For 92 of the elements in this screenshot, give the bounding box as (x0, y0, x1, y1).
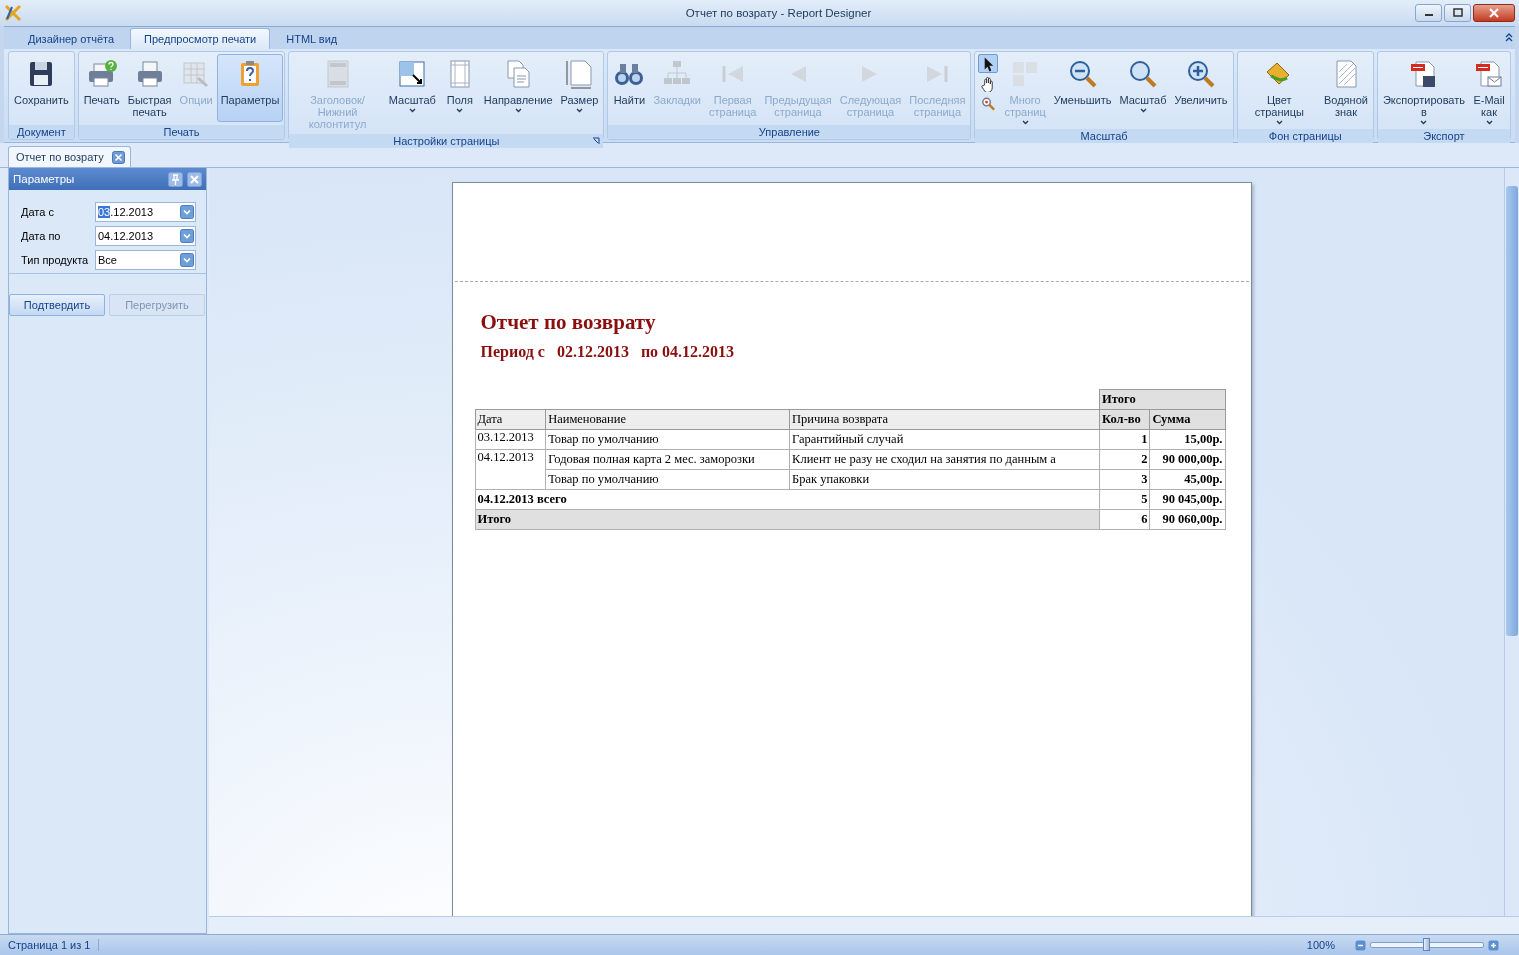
group-label: Фон страницы (1237, 129, 1373, 143)
table-cell: 1 (1099, 429, 1150, 450)
close-icon (1489, 8, 1499, 18)
ribbon-button[interactable]: Сохранить (10, 54, 73, 122)
ribbon-button[interactable]: Размер (556, 54, 603, 122)
ribbon-button[interactable]: Увеличить (1170, 54, 1232, 122)
panel-title: Параметры (13, 173, 75, 185)
panel-button[interactable]: Подтвердить (9, 294, 105, 316)
group-label: Масштаб (975, 129, 1233, 143)
dropdown-field[interactable]: 04.12.2013 (95, 226, 196, 246)
table-cell: 90 045,00р. (1149, 489, 1225, 510)
zoom-level: 100% (1306, 939, 1335, 951)
table-cell: 3 (1099, 469, 1150, 490)
close-button[interactable] (1473, 4, 1515, 22)
pin-icon[interactable] (168, 171, 183, 187)
caret-icon (1420, 120, 1428, 125)
report-period: Период с 02.12.2013 по 04.12.2013 (480, 343, 736, 361)
table-cell: Итого (475, 509, 1100, 530)
minimize-button[interactable] (1415, 4, 1442, 22)
table-cell: 03.12.2013 (475, 429, 546, 450)
caret-icon (1485, 120, 1493, 125)
zoom-in-icon[interactable] (1488, 939, 1499, 951)
table-cell: 5 (1099, 489, 1150, 510)
table-cell: 15,00р. (1149, 429, 1225, 450)
dropdown-field[interactable]: 03.12.2013 (95, 202, 196, 222)
table-cell: 04.12.2013 (475, 449, 546, 490)
table-cell: Товар по умолчанию (545, 429, 790, 450)
group-label: Управление (608, 125, 971, 139)
ribbon-button[interactable]: Направление (479, 54, 557, 122)
table-cell: Брак упаковки (789, 469, 1100, 490)
ribbon-button[interactable]: Печать (79, 54, 124, 122)
dropdown-field[interactable]: Все (95, 250, 196, 270)
maximize-icon (1452, 8, 1463, 18)
group-label: Документ (9, 125, 74, 139)
ribbon-button[interactable]: Поля (439, 54, 480, 122)
page-count: Страница 1 из 1 (8, 939, 100, 951)
table-cell: Гарантийный случай (789, 429, 1100, 450)
table-cell: Годовая полная карта 2 мес. заморозки (545, 449, 790, 470)
ribbon-button[interactable]: Найти (609, 54, 650, 122)
zoom-icon (1127, 58, 1159, 90)
ribbon-button[interactable]: Масштаб (1115, 54, 1171, 122)
close-icon[interactable] (111, 150, 125, 164)
ribbon-button[interactable]: E-Mail как (1469, 54, 1509, 127)
ribbon-button[interactable]: Водяной знак (1320, 54, 1372, 122)
close-icon[interactable] (187, 171, 202, 187)
maximize-button[interactable] (1444, 4, 1471, 22)
ribbon-tab[interactable]: HTML вид (272, 28, 352, 49)
table-header: Итого (1099, 389, 1225, 410)
dialog-launcher-icon[interactable] (592, 137, 601, 145)
field-label: Дата по (21, 230, 62, 242)
ribbon-button[interactable]: Параметры (216, 54, 284, 122)
table-cell: Товар по умолчанию (545, 469, 790, 490)
magnifier-icon (980, 95, 997, 112)
window-title: Отчет по возрату - Report Designer (685, 7, 872, 19)
tool-button[interactable] (978, 54, 999, 73)
column-header: Дата (475, 409, 546, 430)
caret-icon (1275, 120, 1283, 125)
group-label: Настройки страницы (289, 134, 604, 148)
column-header: Причина возврата (789, 409, 1100, 430)
caret-icon (1021, 120, 1029, 125)
field-label: Тип продукта (21, 254, 90, 266)
table-cell: 45,00р. (1149, 469, 1225, 490)
ribbon-button[interactable]: Быстрая печать (123, 54, 176, 122)
caret-icon (456, 108, 464, 113)
caret-icon (1139, 108, 1147, 113)
table-cell: Клиент не разу не сходил на занятия по данным а (789, 449, 1100, 470)
vertical-scrollbar[interactable] (1504, 168, 1519, 916)
ribbon-button[interactable]: Цвет страницы (1238, 54, 1320, 127)
collapse-ribbon-icon[interactable] (1505, 33, 1513, 42)
zoom-out-icon[interactable] (1355, 939, 1366, 951)
caret-icon (514, 108, 522, 113)
caret-icon (408, 108, 416, 113)
ribbon-tab[interactable]: Предпросмотр печати (130, 28, 271, 49)
ribbon-button[interactable]: Уменьшить (1049, 54, 1116, 122)
caret-icon (575, 108, 583, 113)
table-cell: 2 (1099, 449, 1150, 470)
document-tab[interactable]: Отчет по возрату (8, 146, 131, 167)
group-label: Печать (78, 125, 285, 139)
slider-thumb[interactable] (1423, 938, 1430, 951)
ribbon-button[interactable]: Масштаб (384, 54, 440, 122)
column-header: Наименование (545, 409, 790, 430)
horizontal-scrollbar[interactable] (209, 916, 1519, 934)
pdf-mail-icon (1473, 58, 1505, 90)
report-title: Отчет по возврату (480, 310, 657, 335)
document-tab-label: Отчет по возрату (16, 151, 104, 163)
ribbon-button[interactable]: Экспортировать в (1378, 54, 1469, 127)
table-cell: 04.12.2013 всего (475, 489, 1100, 510)
app-logo-icon (4, 4, 22, 22)
ribbon-tab[interactable]: Дизайнер отчёта (14, 28, 129, 49)
table-cell: 90 000,00р. (1149, 449, 1225, 470)
group-label: Экспорт (1377, 129, 1510, 143)
field-label: Дата с (21, 206, 55, 218)
